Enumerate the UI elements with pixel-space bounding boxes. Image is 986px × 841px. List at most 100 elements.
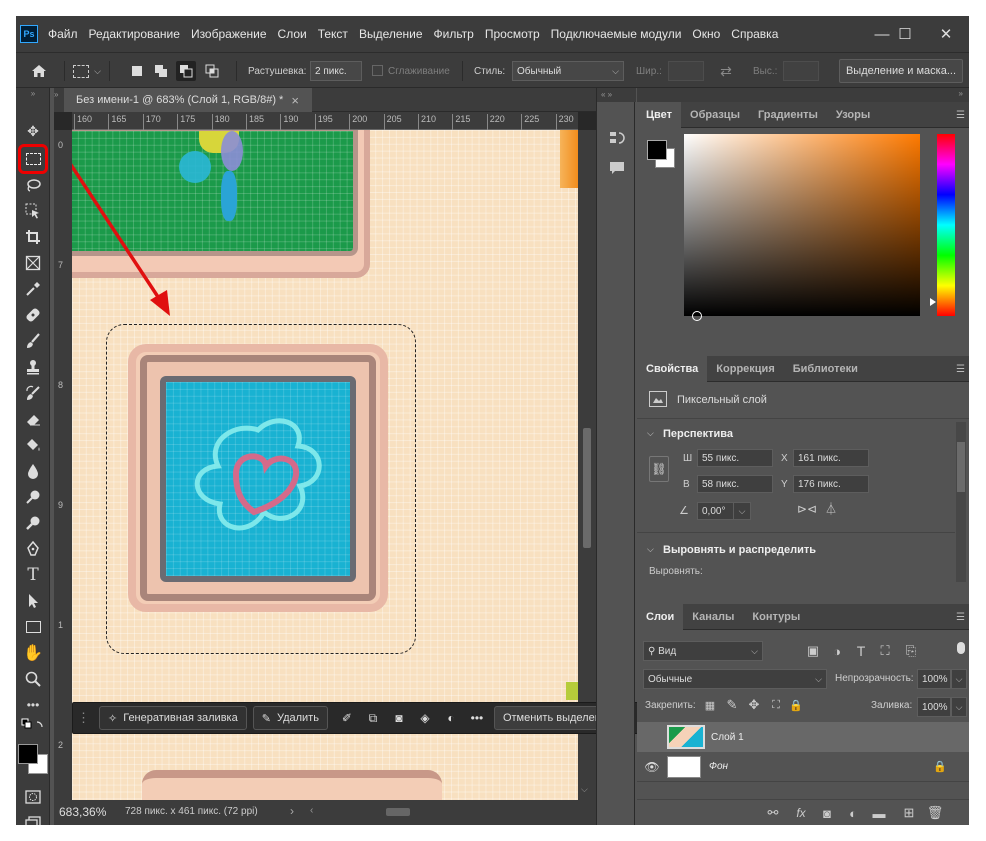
status-chevron-icon[interactable]: › <box>290 804 294 818</box>
add-to-selection-icon[interactable] <box>152 62 170 80</box>
opacity-dropdown-icon[interactable]: ⌵ <box>951 669 967 689</box>
sponge-tool-icon[interactable] <box>20 510 46 536</box>
history-brush-tool-icon[interactable] <box>20 380 46 406</box>
healing-brush-tool-icon[interactable] <box>20 302 46 328</box>
antialias-checkbox[interactable] <box>372 65 383 76</box>
layer-name[interactable]: Фон <box>709 761 728 772</box>
menu-window[interactable]: Окно <box>692 27 720 41</box>
menu-help[interactable]: Справка <box>731 27 778 41</box>
new-selection-icon[interactable] <box>128 62 146 80</box>
document-tab[interactable]: Без имени-1 @ 683% (Слой 1, RGB/8#) * × <box>64 88 312 112</box>
canvas[interactable] <box>72 130 578 800</box>
rectangle-marquee-tool-icon[interactable] <box>18 144 48 174</box>
filter-smart-objects-icon[interactable]: ⎘ <box>903 643 919 659</box>
drag-handle-icon[interactable]: ⋮ <box>77 710 90 726</box>
more-tools-icon[interactable]: ••• <box>20 692 46 718</box>
height-input[interactable] <box>783 61 819 81</box>
menu-image[interactable]: Изображение <box>191 27 267 41</box>
hue-slider-handle[interactable] <box>930 298 936 306</box>
panel-menu-icon[interactable]: ☰ <box>956 612 965 623</box>
layer-row[interactable]: Слой 1 <box>637 722 969 752</box>
trash-icon[interactable]: 🗑 <box>927 805 944 821</box>
swap-arrows-icon[interactable]: ⇄ <box>716 62 736 80</box>
layer-filter-select[interactable]: ⚲ Вид ⌵ <box>643 641 763 661</box>
close-tab-icon[interactable]: × <box>291 93 299 108</box>
clone-stamp-tool-icon[interactable] <box>20 354 46 380</box>
history-panel-icon[interactable] <box>607 128 627 148</box>
screen-mode-icon[interactable] <box>20 810 46 825</box>
collapse-panels-icon[interactable]: » <box>54 88 64 112</box>
angle-dropdown-icon[interactable]: ⌵ <box>733 502 751 520</box>
width-input[interactable]: 55 пикс. <box>697 449 773 467</box>
hue-slider[interactable] <box>930 134 955 316</box>
zoom-level[interactable]: 683,36% <box>59 805 106 819</box>
home-icon[interactable] <box>28 61 50 81</box>
filter-toggle[interactable] <box>957 642 965 654</box>
paint-bucket-tool-icon[interactable] <box>20 432 46 458</box>
scroll-down-icon[interactable]: ⌵ <box>581 784 588 795</box>
lock-transparency-icon[interactable]: ▦ <box>703 698 717 712</box>
y-input[interactable]: 176 пикс. <box>793 475 869 493</box>
menu-plugins[interactable]: Подключаемые модули <box>551 27 682 41</box>
dodge-tool-icon[interactable] <box>20 484 46 510</box>
crop-tool-icon[interactable] <box>20 224 46 250</box>
tab-patterns[interactable]: Узоры <box>827 102 879 128</box>
remove-button[interactable]: ✎ Удалить <box>252 706 328 730</box>
fill-dropdown-icon[interactable]: ⌵ <box>951 697 967 717</box>
lasso-tool-icon[interactable] <box>20 172 46 198</box>
fill-input[interactable]: 100% <box>917 697 951 717</box>
pen-tool-icon[interactable] <box>20 536 46 562</box>
chevron-down-icon[interactable]: ⌵ <box>647 428 654 439</box>
tab-gradients[interactable]: Градиенты <box>749 102 827 128</box>
adjustment-layer-icon[interactable]: ◐ <box>438 706 464 730</box>
fill-selection-icon[interactable]: ◈ <box>412 706 438 730</box>
hand-tool-icon[interactable]: ✋ <box>20 640 46 666</box>
horizontal-scroll-thumb[interactable] <box>386 808 410 816</box>
color-panel-foreground-swatch[interactable] <box>647 140 667 160</box>
filter-type-layers-icon[interactable]: T <box>853 643 869 659</box>
menu-filter[interactable]: Фильтр <box>434 27 474 41</box>
link-layers-icon[interactable]: ⚯ <box>765 805 781 821</box>
filter-shape-layers-icon[interactable]: ⛶ <box>877 643 893 659</box>
style-select[interactable]: Обычный ⌵ <box>512 61 624 81</box>
intersect-selection-icon[interactable] <box>203 62 221 80</box>
lock-artboard-icon[interactable]: ⛶ <box>769 698 783 712</box>
quick-mask-icon[interactable] <box>20 784 46 810</box>
path-selection-tool-icon[interactable] <box>20 588 46 614</box>
menu-view[interactable]: Просмотр <box>485 27 540 41</box>
lock-position-icon[interactable]: ✥ <box>747 697 761 712</box>
fx-icon[interactable]: fx <box>793 805 809 821</box>
scrollbar-thumb[interactable] <box>583 428 591 548</box>
brush-tool-icon[interactable] <box>20 328 46 354</box>
tab-swatches[interactable]: Образцы <box>681 102 749 128</box>
blend-mode-select[interactable]: Обычные ⌵ <box>643 669 827 689</box>
menu-type[interactable]: Текст <box>318 27 348 41</box>
zoom-tool-icon[interactable] <box>20 666 46 692</box>
filter-adjustment-layers-icon[interactable]: ◑ <box>829 643 845 659</box>
new-adjustment-icon[interactable]: ◐ <box>845 805 861 821</box>
tab-adjustments[interactable]: Коррекция <box>707 356 783 382</box>
tab-libraries[interactable]: Библиотеки <box>784 356 867 382</box>
eyedropper-tool-icon[interactable] <box>20 276 46 302</box>
blur-tool-icon[interactable] <box>20 458 46 484</box>
width-input[interactable] <box>668 61 704 81</box>
maximize-button[interactable]: ☐ <box>882 16 928 52</box>
marquee-preset-picker[interactable]: ⌵ <box>64 61 110 81</box>
collapse-strip-icon[interactable]: « » <box>597 88 636 102</box>
tab-layers[interactable]: Слои <box>637 604 684 630</box>
eraser-tool-icon[interactable] <box>20 406 46 432</box>
comments-panel-icon[interactable] <box>607 158 627 178</box>
generative-fill-button[interactable]: ✧ Генеративная заливка <box>99 706 247 730</box>
x-input[interactable]: 161 пикс. <box>793 449 869 467</box>
lock-all-icon[interactable]: 🔒 <box>789 698 803 712</box>
feather-input[interactable]: 2 пикс. <box>310 61 362 81</box>
type-tool-icon[interactable]: T <box>20 562 46 588</box>
tab-properties[interactable]: Свойства <box>637 356 708 382</box>
transform-selection-icon[interactable]: ⧉ <box>360 706 386 730</box>
menu-edit[interactable]: Редактирование <box>89 27 180 41</box>
new-layer-icon[interactable]: ⊞ <box>901 805 917 821</box>
height-input[interactable]: 58 пикс. <box>697 475 773 493</box>
vertical-scrollbar[interactable]: ⌵ <box>578 130 596 800</box>
collapse-toolbar-icon[interactable]: » <box>20 88 46 98</box>
eye-icon[interactable]: 👁 <box>637 760 667 774</box>
